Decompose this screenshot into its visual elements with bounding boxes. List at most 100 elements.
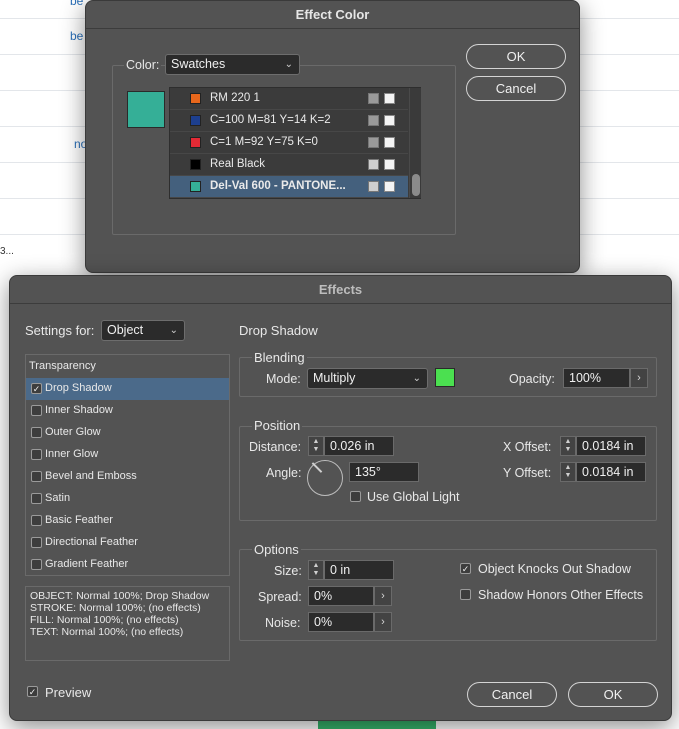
y-offset-input[interactable]: 0.0184 in (576, 462, 646, 482)
bg-link[interactable]: be (70, 29, 83, 43)
dialog-title: Effects (10, 276, 671, 304)
chevron-right-icon[interactable]: › (630, 368, 648, 388)
checkbox[interactable] (31, 559, 42, 570)
knocks-out-label: Object Knocks Out Shadow (478, 562, 631, 576)
list-header: Transparency (29, 360, 96, 372)
swatch-row[interactable]: C=100 M=81 Y=14 K=2 (170, 110, 408, 132)
cancel-button[interactable]: Cancel (466, 76, 566, 101)
effect-item-bevel-emboss[interactable]: Bevel and Emboss (26, 466, 229, 488)
checkbox[interactable] (31, 493, 42, 504)
effect-item-outer-glow[interactable]: Outer Glow (26, 422, 229, 444)
bg-link[interactable]: be (70, 0, 83, 8)
process-color-icon (368, 115, 379, 126)
angle-label: Angle: (266, 466, 302, 480)
size-input[interactable]: 0 in (324, 560, 394, 580)
spread-label: Spread: (258, 590, 302, 604)
color-mode-select[interactable]: Swatches ⌄ (165, 54, 300, 75)
noise-label: Noise: (265, 616, 301, 630)
settings-for-select[interactable]: Object ⌄ (101, 320, 185, 341)
x-offset-label: X Offset: (503, 440, 552, 454)
cmyk-mode-icon (384, 93, 395, 104)
swatch-chip (190, 115, 201, 126)
angle-needle (312, 462, 323, 473)
scroll-thumb[interactable] (412, 174, 420, 196)
chevron-right-icon[interactable]: › (374, 612, 392, 632)
blend-mode-select[interactable]: Multiply ⌄ (307, 368, 428, 389)
summary-line: TEXT: Normal 100%; (no effects) (30, 626, 184, 638)
swatch-name: C=100 M=81 Y=14 K=2 (210, 114, 331, 126)
ok-button[interactable]: OK (466, 44, 566, 69)
cancel-button[interactable]: Cancel (467, 682, 557, 707)
preview-checkbox[interactable]: ✓ (27, 686, 38, 697)
options-title: Options (252, 542, 301, 557)
effect-label: Basic Feather (45, 514, 113, 526)
position-title: Position (252, 418, 303, 433)
mode-label: Mode: (266, 372, 301, 386)
cmyk-mode-icon (384, 137, 395, 148)
section-title: Drop Shadow (239, 323, 318, 338)
effect-item-directional-feather[interactable]: Directional Feather (26, 532, 229, 554)
settings-for-label: Settings for: (25, 323, 95, 338)
color-mode-value: Swatches (171, 57, 226, 71)
checkbox[interactable] (31, 427, 42, 438)
honors-effects-label: Shadow Honors Other Effects (478, 588, 644, 602)
effect-item-basic-feather[interactable]: Basic Feather (26, 510, 229, 532)
swatch-row[interactable]: C=1 M=92 Y=75 K=0 (170, 132, 408, 154)
y-offset-label: Y Offset: (503, 466, 552, 480)
effect-label: Inner Shadow (45, 404, 113, 416)
swatch-row[interactable]: RM 220 1 (170, 88, 408, 110)
chevron-right-icon[interactable]: › (374, 586, 392, 606)
checkbox[interactable] (31, 449, 42, 460)
checkbox[interactable] (31, 515, 42, 526)
swatch-name: C=1 M=92 Y=75 K=0 (210, 136, 318, 148)
swatch-name: Del-Val 600 - PANTONE... (210, 180, 346, 192)
spread-input[interactable]: 0% (308, 586, 374, 606)
spot-color-icon (368, 181, 379, 192)
ok-button[interactable]: OK (568, 682, 658, 707)
distance-input[interactable]: 0.026 in (324, 436, 394, 456)
preview-label: Preview (45, 685, 92, 700)
cmyk-mode-icon (384, 115, 395, 126)
effect-item-drop-shadow[interactable]: ✓ Drop Shadow (26, 378, 229, 400)
cmyk-mode-icon (384, 181, 395, 192)
dialog-title: Effect Color (86, 1, 579, 29)
size-stepper[interactable]: ▲ ▼ (308, 560, 324, 580)
noise-input[interactable]: 0% (308, 612, 374, 632)
distance-stepper[interactable]: ▲ ▼ (308, 436, 324, 456)
effect-label: Directional Feather (45, 536, 138, 548)
distance-label: Distance: (249, 440, 302, 454)
swatch-row-selected[interactable]: Del-Val 600 - PANTONE... (170, 176, 408, 198)
checkbox[interactable] (31, 537, 42, 548)
effect-item-gradient-feather[interactable]: Gradient Feather (26, 554, 229, 576)
process-color-icon (368, 93, 379, 104)
checkbox[interactable] (31, 405, 42, 416)
angle-dial[interactable] (307, 460, 343, 496)
effects-dialog: Effects Settings for: Object ⌄ Transpare… (9, 275, 672, 721)
shadow-color-swatch[interactable] (435, 368, 455, 387)
swatch-row[interactable]: Real Black (170, 154, 408, 176)
color-label: Color: (124, 58, 162, 72)
swatch-name: Real Black (210, 158, 265, 170)
honors-effects-checkbox[interactable] (460, 589, 471, 600)
settings-for-value: Object (107, 323, 144, 337)
checkbox[interactable]: ✓ (31, 383, 42, 394)
swatch-scrollbar[interactable] (409, 88, 421, 198)
use-global-light-checkbox[interactable] (350, 491, 361, 502)
checkbox[interactable] (31, 471, 42, 482)
y-offset-stepper[interactable]: ▲ ▼ (560, 462, 576, 482)
effect-label: Satin (45, 492, 71, 504)
effect-item-inner-shadow[interactable]: Inner Shadow (26, 400, 229, 422)
bg-text: 3... (0, 246, 14, 257)
angle-input[interactable]: 135° (349, 462, 419, 482)
knocks-out-checkbox[interactable]: ✓ (460, 563, 471, 574)
bg-green-bar (318, 721, 436, 729)
swatch-chip (190, 93, 201, 104)
opacity-input[interactable]: 100% (563, 368, 630, 388)
effect-label: Gradient Feather (45, 558, 129, 570)
spot-color-icon (368, 159, 379, 170)
x-offset-input[interactable]: 0.0184 in (576, 436, 646, 456)
swatch-list[interactable]: RM 220 1 C=100 M=81 Y=14 K=2 C=1 M=92 Y=… (169, 87, 421, 199)
effect-item-inner-glow[interactable]: Inner Glow (26, 444, 229, 466)
effect-item-satin[interactable]: Satin (26, 488, 229, 510)
x-offset-stepper[interactable]: ▲ ▼ (560, 436, 576, 456)
